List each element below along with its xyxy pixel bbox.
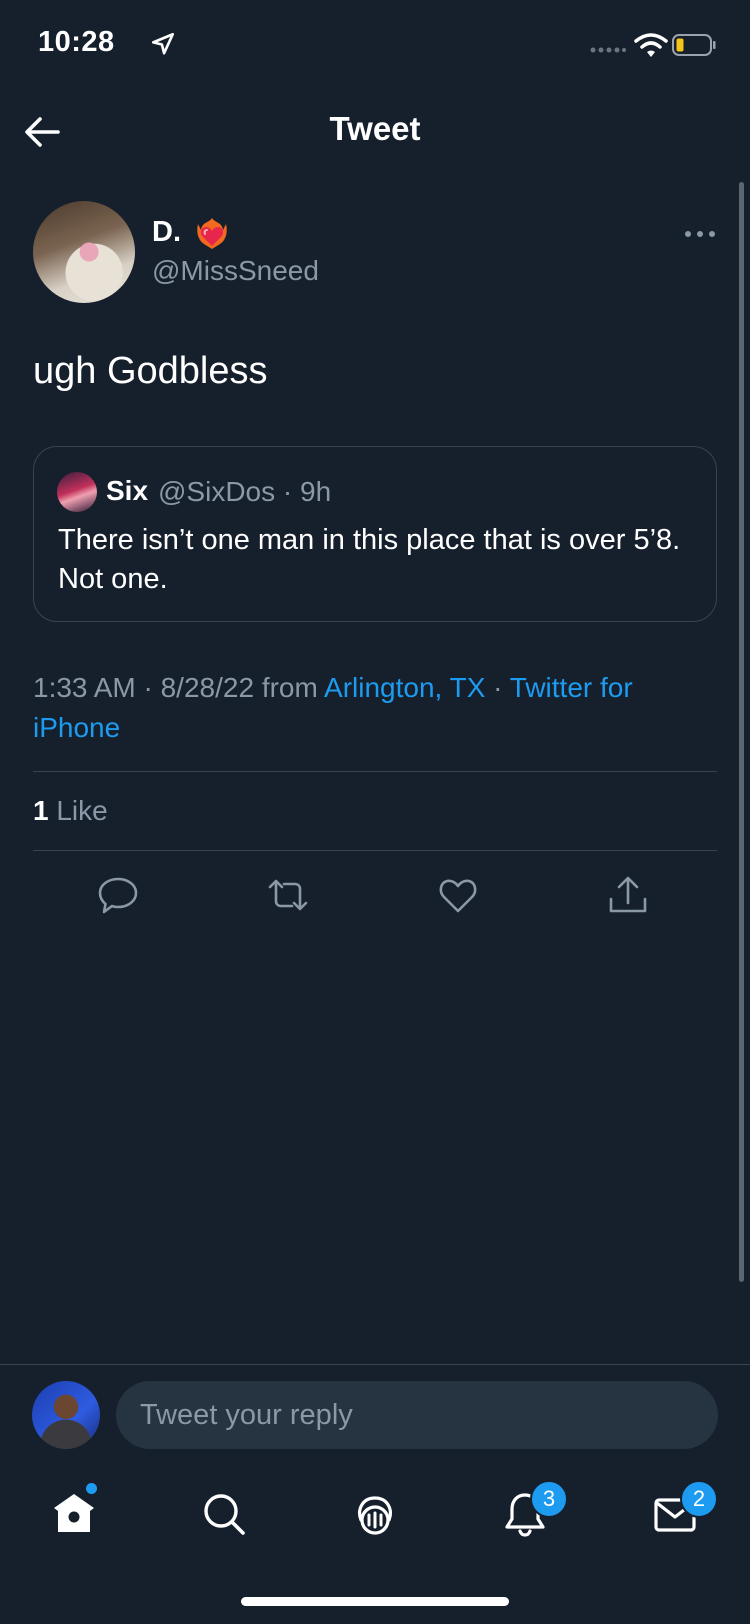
home-new-content-dot bbox=[86, 1483, 97, 1494]
divider bbox=[33, 850, 717, 851]
current-user-avatar[interactable] bbox=[32, 1381, 100, 1449]
retweet-icon[interactable] bbox=[266, 873, 310, 917]
more-options-icon[interactable] bbox=[680, 222, 720, 246]
quoted-author-name: Six bbox=[106, 475, 149, 506]
reply-bar-divider bbox=[0, 1364, 750, 1365]
like-heart-icon[interactable] bbox=[436, 873, 480, 917]
wifi-icon bbox=[634, 33, 668, 57]
author-handle[interactable]: @MissSneed bbox=[152, 255, 319, 287]
status-time: 10:28 bbox=[38, 26, 115, 58]
author-avatar[interactable] bbox=[33, 201, 135, 303]
page-title: Tweet bbox=[329, 110, 421, 147]
meta-separator: · bbox=[485, 672, 510, 703]
location-link[interactable]: Arlington, TX bbox=[324, 672, 485, 703]
tweet-metadata: 1:33 AM · 8/28/22 from Arlington, TX · T… bbox=[33, 668, 723, 748]
heart-on-fire-icon bbox=[197, 218, 227, 249]
cellular-signal-icon bbox=[590, 47, 626, 53]
reply-input[interactable] bbox=[116, 1381, 718, 1449]
tweet-text: ugh Godbless bbox=[33, 350, 268, 392]
quoted-author-handle-time: @SixDos · 9h bbox=[158, 476, 332, 507]
author-display-name[interactable]: D. bbox=[152, 216, 181, 249]
share-icon[interactable] bbox=[606, 873, 650, 917]
home-icon[interactable] bbox=[50, 1490, 98, 1538]
messages-badge: 2 bbox=[680, 1480, 718, 1518]
notifications-badge: 3 bbox=[530, 1480, 568, 1518]
likes-count[interactable]: 1 Like bbox=[33, 795, 108, 827]
like-number: 1 bbox=[33, 795, 49, 826]
tweet-timestamp: 1:33 AM · 8/28/22 from bbox=[33, 672, 325, 703]
scrollbar[interactable] bbox=[739, 182, 744, 1282]
battery-icon bbox=[672, 34, 716, 56]
search-icon[interactable] bbox=[200, 1490, 248, 1538]
like-label: Like bbox=[56, 795, 108, 826]
spaces-icon[interactable] bbox=[351, 1490, 399, 1538]
home-indicator[interactable] bbox=[241, 1597, 509, 1606]
location-arrow-icon bbox=[151, 32, 175, 55]
divider bbox=[33, 771, 717, 772]
quoted-tweet-text: There isn’t one man in this place that i… bbox=[58, 524, 681, 595]
quoted-author-avatar bbox=[57, 472, 97, 512]
reply-icon[interactable] bbox=[96, 873, 140, 917]
